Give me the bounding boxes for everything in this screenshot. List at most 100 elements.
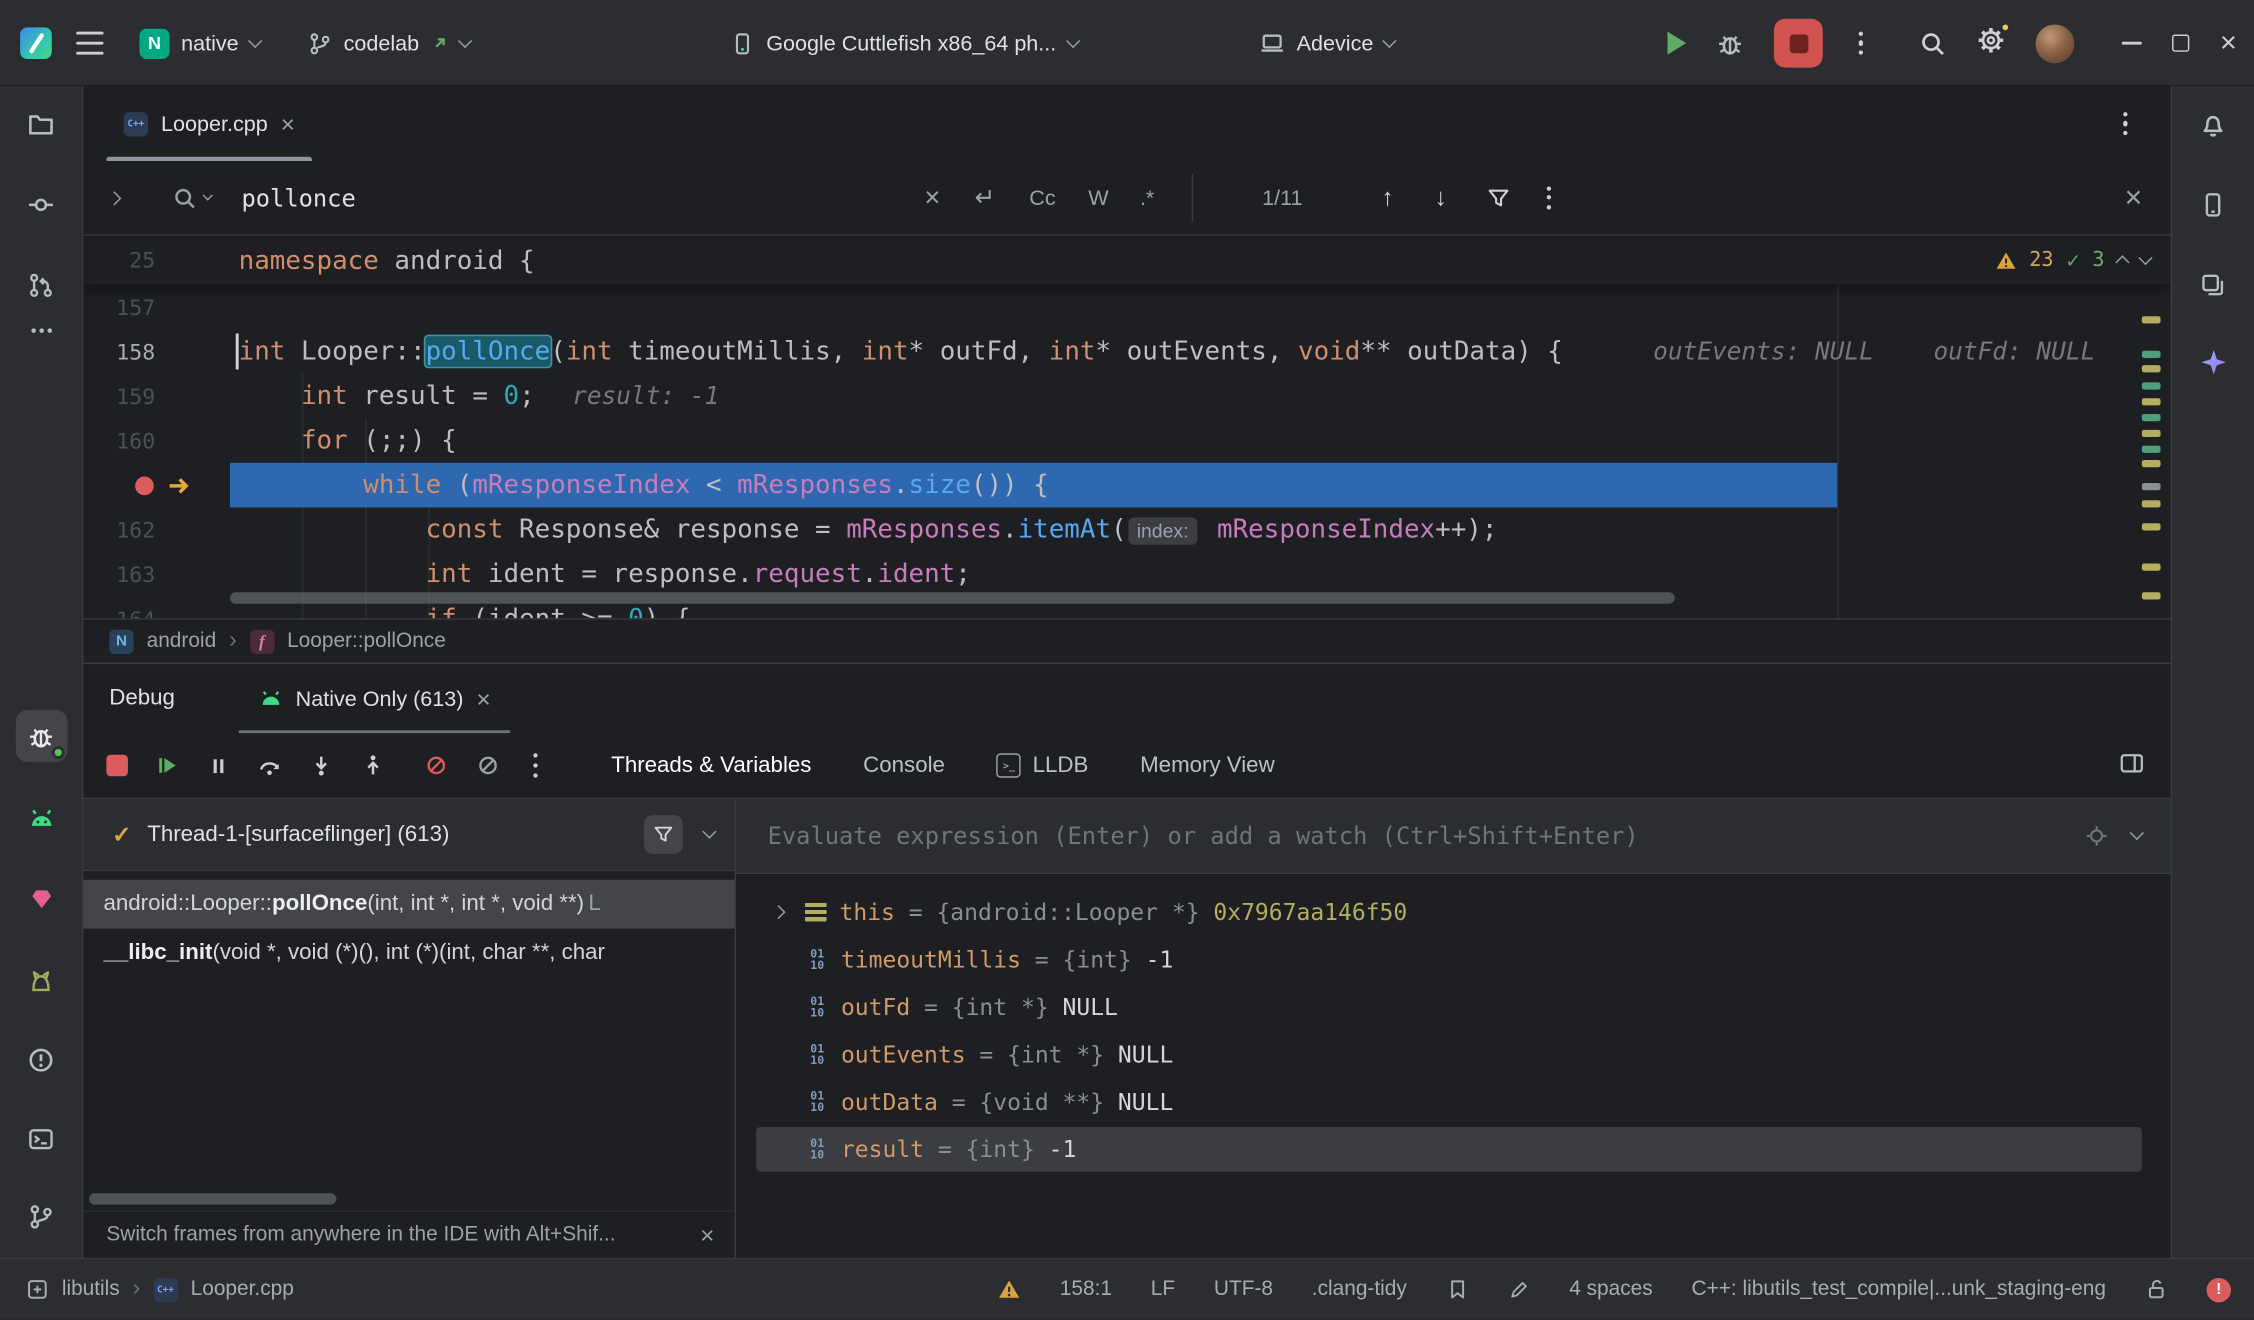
evaluate-bar[interactable]: Evaluate expression (Enter) or add a wat… [736, 799, 2171, 874]
view-breakpoints-button[interactable] [424, 753, 448, 777]
inspections-widget[interactable]: 23 ✓ 3 [1995, 236, 2151, 285]
variable-row[interactable]: outEvents = {int *} NULL [736, 1031, 2171, 1078]
code-line[interactable]: 160 for (;;) { [83, 418, 2170, 463]
search-input[interactable]: pollonce [242, 184, 356, 211]
device-manager-tool-button[interactable] [15, 794, 67, 846]
variable-row[interactable]: timeoutMillis = {int} -1 [736, 936, 2171, 983]
commit-tool-button[interactable] [15, 178, 67, 230]
stripe-mark[interactable] [2142, 564, 2161, 570]
terminal-tool-button[interactable] [15, 1113, 67, 1165]
run-button[interactable] [1668, 32, 1687, 55]
gemini-tool-button[interactable] [2187, 336, 2239, 388]
line-number[interactable]: 157 [83, 294, 155, 320]
variable-row[interactable]: this = {android::Looper *} 0x7967aa146f5… [736, 888, 2171, 935]
regex-toggle[interactable]: .* [1140, 185, 1154, 209]
status-file[interactable]: Looper.cpp [191, 1278, 294, 1301]
caret-position[interactable]: 158:1 [1060, 1278, 1112, 1301]
stripe-mark[interactable] [2142, 460, 2161, 466]
unlock-icon[interactable] [2145, 1278, 2168, 1301]
tab-memory-view[interactable]: Memory View [1140, 753, 1275, 779]
version-control-tool-button[interactable] [15, 1190, 67, 1242]
status-module[interactable]: libutils [62, 1278, 120, 1301]
tab-threads-variables[interactable]: Threads & Variables [611, 753, 811, 779]
stripe-mark[interactable] [2142, 483, 2161, 489]
maximize-button[interactable] [2173, 35, 2190, 52]
variable-row[interactable]: outData = {void **} NULL [736, 1078, 2171, 1125]
app-quality-insights-tool-button[interactable] [15, 873, 67, 925]
evaluate-input[interactable]: Evaluate expression (Enter) or add a wat… [768, 822, 2062, 849]
expand-replace-icon[interactable] [109, 193, 119, 203]
close-session-icon[interactable]: × [476, 686, 490, 710]
highlighting-level-icon[interactable] [1507, 1278, 1530, 1301]
tab-looper-cpp[interactable]: Looper.cpp × [106, 86, 312, 161]
code-line[interactable]: 162 const Response& response = mResponse… [83, 507, 2170, 552]
vcs-widget[interactable]: codelab [296, 22, 481, 64]
filter-search-button[interactable] [1486, 185, 1510, 209]
close-window-button[interactable]: × [2220, 29, 2237, 58]
line-number[interactable]: 160 [83, 428, 155, 454]
debug-more-button[interactable] [528, 748, 544, 783]
stop-process-button[interactable] [106, 755, 128, 777]
line-number[interactable]: 164 [83, 606, 155, 618]
thread-selector[interactable]: ✓ Thread-1-[surfaceflinger] (613) [83, 799, 734, 871]
user-avatar[interactable] [2036, 24, 2075, 63]
previous-problem-icon[interactable] [2115, 255, 2129, 269]
line-ending[interactable]: LF [1151, 1278, 1175, 1301]
stack-frame[interactable]: __libc_init(void *, void (*)(), int (*)(… [83, 929, 734, 978]
search-icon[interactable] [173, 185, 212, 209]
notifications-tool-button[interactable] [2187, 98, 2239, 150]
chevron-down-icon[interactable] [2130, 826, 2144, 840]
words-toggle[interactable]: W [1088, 185, 1108, 209]
breadcrumb-function[interactable]: Looper::pollOnce [287, 630, 446, 653]
device-explorer-tool-button[interactable] [2187, 259, 2239, 311]
frames-scrollbar[interactable] [89, 1193, 336, 1205]
tab-options-button[interactable] [2117, 106, 2133, 141]
code-line[interactable]: 158int Looper::pollOnce(int timeoutMilli… [83, 329, 2170, 374]
code-line[interactable]: 159 int result = 0;result: -1 [83, 374, 2170, 419]
adevice-widget[interactable]: Adevice [1248, 14, 1407, 72]
debug-tool-button[interactable] [15, 710, 67, 762]
more-actions-button[interactable] [1853, 25, 1869, 60]
minimize-button[interactable] [2122, 42, 2142, 45]
device-selector[interactable]: Google Cuttlefish x86_64 ph... [719, 14, 1090, 72]
stripe-mark[interactable] [2142, 446, 2161, 452]
line-number[interactable]: 158 [83, 339, 155, 365]
chevron-down-icon[interactable] [702, 824, 716, 838]
breakpoint-icon[interactable] [135, 476, 154, 495]
next-match-button[interactable]: ↓ [1435, 183, 1447, 212]
next-problem-icon[interactable] [2138, 250, 2152, 264]
step-out-button[interactable] [361, 753, 385, 777]
line-number[interactable]: 159 [83, 383, 155, 409]
tab-console[interactable]: Console [863, 753, 945, 779]
stripe-mark[interactable] [2142, 523, 2161, 529]
problems-tool-button[interactable] [15, 1034, 67, 1086]
code-line[interactable]: 157 [83, 285, 2170, 330]
match-case-toggle[interactable]: Cc [1029, 185, 1055, 209]
error-notification-icon[interactable] [2207, 1277, 2231, 1301]
close-tab-icon[interactable]: × [281, 111, 295, 135]
resume-button[interactable] [155, 753, 179, 777]
code-line[interactable]: 163 int ident = response.request.ident; [83, 552, 2170, 597]
code-editor[interactable]: 157158int Looper::pollOnce(int timeoutMi… [83, 236, 2170, 618]
newline-toggle[interactable]: ↵ [975, 183, 995, 212]
logcat-tool-button[interactable] [15, 955, 67, 1007]
warning-icon[interactable] [998, 1278, 1021, 1301]
project-widget[interactable]: N native [128, 19, 272, 66]
close-search-icon[interactable]: × [2125, 183, 2143, 213]
code-line[interactable]: while (mResponseIndex < mResponses.size(… [83, 463, 2170, 508]
line-number[interactable]: 163 [83, 561, 155, 587]
bookmark-icon[interactable] [1446, 1278, 1469, 1301]
debug-button[interactable] [1717, 29, 1744, 56]
debug-session-tab[interactable]: Native Only (613) × [238, 664, 511, 733]
breadcrumb-namespace[interactable]: android [147, 630, 217, 653]
stripe-mark[interactable] [2142, 316, 2161, 322]
previous-match-button[interactable]: ↑ [1381, 183, 1393, 212]
stripe-mark[interactable] [2142, 382, 2161, 388]
main-menu-icon[interactable] [76, 32, 103, 54]
mute-breakpoints-button[interactable] [476, 753, 500, 777]
search-everywhere-button[interactable] [1920, 29, 1947, 56]
variable-row[interactable]: outFd = {int *} NULL [736, 983, 2171, 1030]
stripe-mark[interactable] [2142, 430, 2161, 436]
file-encoding[interactable]: UTF-8 [1214, 1278, 1273, 1301]
horizontal-scrollbar[interactable] [230, 592, 1675, 604]
